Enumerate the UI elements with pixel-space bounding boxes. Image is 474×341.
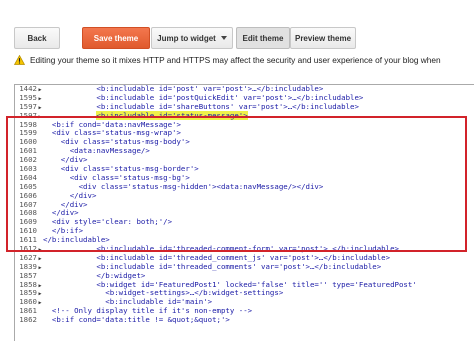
- code-text: <b:includable id='post' var='post'>…</b:…: [43, 84, 324, 93]
- code-text: <b:includable id='threaded-comment-form'…: [43, 244, 399, 254]
- jump-to-widget-label: Jump to widget: [157, 33, 216, 43]
- code-text: <div style='clear: both;'/>: [43, 217, 173, 227]
- code-text: <b:includable id='main'>: [43, 297, 213, 307]
- save-theme-label: Save theme: [93, 33, 139, 43]
- code-editor[interactable]: 1442▶ <b:includable id='post' var='post'…: [14, 84, 474, 341]
- code-text: <b:includable id='status-message'>: [96, 110, 248, 120]
- code-text: <b:includable id='threaded_comments' var…: [43, 261, 382, 271]
- code-text: <b:includable id='postQuickEdit' var='po…: [43, 92, 364, 102]
- code-text: </b:includable>: [43, 235, 110, 245]
- edit-theme-label: Edit theme: [242, 33, 284, 43]
- code-text: </div>: [43, 155, 88, 165]
- chevron-down-icon: [220, 36, 227, 40]
- code-text: </div>: [43, 199, 88, 209]
- edit-theme-button[interactable]: Edit theme: [236, 27, 290, 49]
- jump-to-widget-dropdown[interactable]: Jump to widget: [151, 27, 233, 49]
- code-text: </div>: [43, 190, 97, 200]
- code-text: <div class='status-msg-wrap'>: [43, 128, 181, 138]
- code-text: </b:widget>: [43, 270, 146, 280]
- save-theme-button[interactable]: Save theme: [82, 27, 150, 49]
- code-text: <b:includable id='shareButtons' var='pos…: [43, 101, 359, 111]
- warning-text: Editing your theme so it mixes HTTP and …: [30, 55, 441, 65]
- code-text: <!-- Only display title if it's non-empt…: [43, 306, 253, 316]
- code-text: <b:if cond='data:title != &quot;&quot;'>: [43, 315, 230, 325]
- code-text: <div class='status-msg-hidden'><data:nav…: [43, 181, 324, 191]
- code-text: </b:if>: [43, 226, 84, 236]
- code-text: <div class='status-msg-body'>: [43, 137, 190, 147]
- code-text: <b:includable id='threaded_comment_js' v…: [43, 252, 391, 262]
- code-line[interactable]: 1862 <b:if cond='data:title != &quot;&qu…: [15, 315, 474, 325]
- code-line[interactable]: 1607 </div>: [15, 199, 474, 210]
- code-text: </div>: [43, 208, 79, 218]
- editor-toolbar: Back Save theme Jump to widget Edit them…: [0, 0, 474, 52]
- code-text: <b:if cond='data:navMessage'>: [43, 119, 181, 129]
- code-text: <div class='status-msg-border'>: [43, 164, 199, 174]
- code-text: <div class='status-msg-bg'>: [43, 172, 190, 182]
- preview-theme-label: Preview theme: [294, 33, 352, 43]
- code-text: <data:navMessage/>: [43, 146, 150, 156]
- back-button[interactable]: Back: [14, 27, 60, 49]
- code-line[interactable]: 1609 <div style='clear: both;'/>: [15, 217, 474, 227]
- code-text: <b:widget id='FeaturedPost1' locked='fal…: [43, 279, 417, 289]
- warning-icon: [14, 55, 25, 65]
- line-number: 1862: [19, 315, 37, 325]
- code-text: <b:widget-settings>…</b:widget-settings>: [43, 288, 284, 298]
- mixed-content-warning: Editing your theme so it mixes HTTP and …: [14, 53, 474, 67]
- preview-theme-button[interactable]: Preview theme: [290, 27, 356, 49]
- back-button-label: Back: [27, 33, 47, 43]
